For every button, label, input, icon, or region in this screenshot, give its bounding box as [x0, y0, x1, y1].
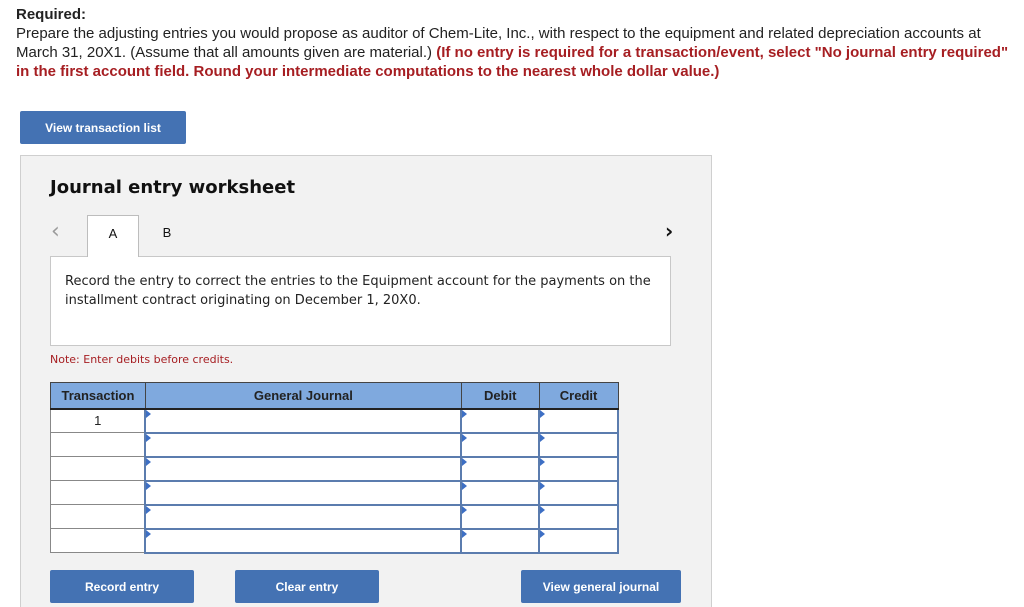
- debit-input[interactable]: [462, 530, 539, 551]
- journal-row: [50, 503, 619, 530]
- debit-input-cell: [460, 527, 541, 554]
- account-select[interactable]: [146, 434, 461, 455]
- column-header-debit: Debit: [460, 382, 540, 410]
- account-select-cell: [144, 455, 463, 482]
- dropdown-marker-icon: [462, 481, 468, 490]
- tab-a-label: A: [108, 226, 118, 241]
- account-select[interactable]: [146, 482, 461, 503]
- dropdown-marker-icon: [146, 457, 152, 466]
- account-select[interactable]: [146, 530, 461, 551]
- transaction-number: [50, 432, 146, 457]
- dropdown-marker-icon: [462, 433, 468, 442]
- debit-input-cell: [460, 503, 541, 530]
- credit-input-cell: [538, 455, 619, 482]
- transaction-number: [50, 480, 146, 505]
- dropdown-marker-icon: [462, 409, 468, 418]
- credit-input[interactable]: [540, 410, 617, 431]
- dropdown-marker-icon: [462, 457, 468, 466]
- debit-input[interactable]: [462, 410, 539, 431]
- credit-input[interactable]: [540, 530, 617, 551]
- tab-b[interactable]: B: [141, 215, 193, 257]
- dropdown-marker-icon: [540, 529, 546, 538]
- debit-input[interactable]: [462, 506, 539, 527]
- credit-input[interactable]: [540, 458, 617, 479]
- account-select-cell: [144, 407, 463, 434]
- journal-table: Transaction General Journal Debit Credit…: [50, 382, 619, 554]
- account-select-cell: [144, 527, 463, 554]
- journal-header-row: Transaction General Journal Debit Credit: [50, 382, 619, 410]
- dropdown-marker-icon: [540, 481, 546, 490]
- journal-entry-worksheet-panel: Journal entry worksheet ‹ A B › Record t…: [20, 155, 712, 607]
- account-select[interactable]: [146, 506, 461, 527]
- clear-entry-button[interactable]: Clear entry: [235, 570, 379, 603]
- chevron-right-icon[interactable]: ›: [665, 219, 673, 243]
- dropdown-marker-icon: [146, 433, 152, 442]
- account-select[interactable]: [146, 458, 461, 479]
- debit-input[interactable]: [462, 458, 539, 479]
- dropdown-marker-icon: [540, 505, 546, 514]
- dropdown-marker-icon: [146, 505, 152, 514]
- transaction-number: [50, 504, 146, 529]
- credit-input-cell: [538, 479, 619, 506]
- journal-row: [50, 527, 619, 554]
- credit-input[interactable]: [540, 482, 617, 503]
- column-header-credit: Credit: [538, 382, 619, 410]
- journal-row: [50, 431, 619, 458]
- view-general-journal-button[interactable]: View general journal: [521, 570, 681, 603]
- transaction-number: [50, 456, 146, 481]
- record-entry-button[interactable]: Record entry: [50, 570, 194, 603]
- account-select-cell: [144, 431, 463, 458]
- dropdown-marker-icon: [540, 433, 546, 442]
- transaction-number: 1: [50, 408, 146, 433]
- credit-input[interactable]: [540, 506, 617, 527]
- debit-input-cell: [460, 407, 541, 434]
- account-select-cell: [144, 479, 463, 506]
- dropdown-marker-icon: [146, 409, 152, 418]
- credit-input-cell: [538, 407, 619, 434]
- view-transaction-list-button[interactable]: View transaction list: [20, 111, 186, 144]
- worksheet-title: Journal entry worksheet: [50, 177, 296, 198]
- debit-input[interactable]: [462, 434, 539, 455]
- required-label: Required:: [16, 6, 87, 23]
- credit-input-cell: [538, 431, 619, 458]
- dropdown-marker-icon: [540, 409, 546, 418]
- dropdown-marker-icon: [146, 481, 152, 490]
- debit-input[interactable]: [462, 482, 539, 503]
- account-select[interactable]: [146, 410, 461, 431]
- credit-input[interactable]: [540, 434, 617, 455]
- debit-input-cell: [460, 455, 541, 482]
- instructions: Required: Prepare the adjusting entries …: [16, 5, 1016, 81]
- column-header-general-journal: General Journal: [144, 382, 462, 410]
- debit-input-cell: [460, 479, 541, 506]
- account-select-cell: [144, 503, 463, 530]
- chevron-left-icon[interactable]: ‹: [51, 219, 60, 244]
- debits-note: Note: Enter debits before credits.: [50, 353, 234, 366]
- journal-row: 1: [50, 407, 619, 434]
- journal-row: [50, 455, 619, 482]
- credit-input-cell: [538, 503, 619, 530]
- dropdown-marker-icon: [146, 529, 152, 538]
- dropdown-marker-icon: [462, 529, 468, 538]
- debit-input-cell: [460, 431, 541, 458]
- entry-description: Record the entry to correct the entries …: [50, 256, 671, 346]
- tab-b-label: B: [162, 225, 172, 240]
- journal-row: [50, 479, 619, 506]
- dropdown-marker-icon: [540, 457, 546, 466]
- transaction-number: [50, 528, 146, 553]
- dropdown-marker-icon: [462, 505, 468, 514]
- tab-a[interactable]: A: [87, 215, 139, 257]
- column-header-transaction: Transaction: [50, 382, 146, 410]
- credit-input-cell: [538, 527, 619, 554]
